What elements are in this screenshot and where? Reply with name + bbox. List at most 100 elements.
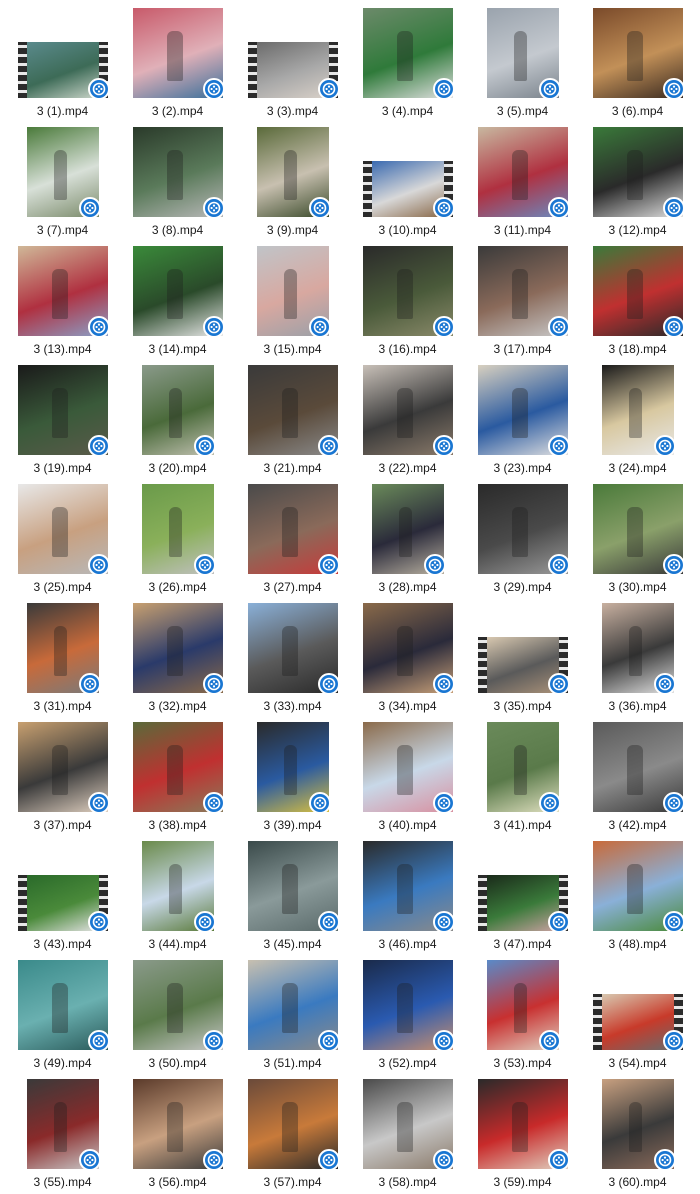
video-file-icon bbox=[548, 197, 570, 219]
thumbnail-figure bbox=[397, 388, 413, 438]
video-file-item[interactable]: 3 (59).mp4 bbox=[465, 1079, 580, 1191]
thumbnail-figure bbox=[52, 983, 68, 1033]
video-file-item[interactable]: 3 (60).mp4 bbox=[580, 1079, 695, 1191]
file-name-label: 3 (26).mp4 bbox=[148, 580, 207, 594]
video-file-item[interactable]: 3 (50).mp4 bbox=[120, 960, 235, 1072]
video-file-icon bbox=[548, 1149, 570, 1171]
video-file-item[interactable]: 3 (4).mp4 bbox=[350, 8, 465, 120]
video-file-icon bbox=[663, 316, 685, 338]
video-file-item[interactable]: 3 (3).mp4 bbox=[235, 8, 350, 120]
file-name-label: 3 (39).mp4 bbox=[263, 818, 322, 832]
video-file-item[interactable]: 3 (46).mp4 bbox=[350, 841, 465, 953]
thumbnail-figure bbox=[629, 388, 642, 438]
video-file-item[interactable]: 3 (12).mp4 bbox=[580, 127, 695, 239]
thumbnail-figure bbox=[167, 269, 183, 319]
file-name-label: 3 (23).mp4 bbox=[493, 461, 552, 475]
thumbnail-figure bbox=[284, 150, 297, 200]
file-name-label: 3 (54).mp4 bbox=[608, 1056, 667, 1070]
file-name-label: 3 (40).mp4 bbox=[378, 818, 437, 832]
video-file-item[interactable]: 3 (38).mp4 bbox=[120, 722, 235, 834]
video-file-item[interactable]: 3 (48).mp4 bbox=[580, 841, 695, 953]
video-file-item[interactable]: 3 (20).mp4 bbox=[120, 365, 235, 477]
video-file-item[interactable]: 3 (13).mp4 bbox=[5, 246, 120, 358]
video-file-icon bbox=[203, 1149, 225, 1171]
video-file-item[interactable]: 3 (54).mp4 bbox=[580, 960, 695, 1072]
video-file-item[interactable]: 3 (53).mp4 bbox=[465, 960, 580, 1072]
video-file-item[interactable]: 3 (40).mp4 bbox=[350, 722, 465, 834]
video-file-item[interactable]: 3 (36).mp4 bbox=[580, 603, 695, 715]
video-file-item[interactable]: 3 (25).mp4 bbox=[5, 484, 120, 596]
file-name-label: 3 (29).mp4 bbox=[493, 580, 552, 594]
video-file-item[interactable]: 3 (55).mp4 bbox=[5, 1079, 120, 1191]
video-file-item[interactable]: 3 (14).mp4 bbox=[120, 246, 235, 358]
file-name-label: 3 (19).mp4 bbox=[33, 461, 92, 475]
video-file-item[interactable]: 3 (9).mp4 bbox=[235, 127, 350, 239]
video-file-item[interactable]: 3 (57).mp4 bbox=[235, 1079, 350, 1191]
video-file-item[interactable]: 3 (34).mp4 bbox=[350, 603, 465, 715]
video-file-item[interactable]: 3 (51).mp4 bbox=[235, 960, 350, 1072]
video-file-item[interactable]: 3 (23).mp4 bbox=[465, 365, 580, 477]
file-name-label: 3 (37).mp4 bbox=[33, 818, 92, 832]
video-file-icon bbox=[654, 1149, 676, 1171]
file-name-label: 3 (47).mp4 bbox=[493, 937, 552, 951]
video-file-item[interactable]: 3 (8).mp4 bbox=[120, 127, 235, 239]
video-file-icon bbox=[424, 554, 446, 576]
video-file-item[interactable]: 3 (21).mp4 bbox=[235, 365, 350, 477]
thumbnail-figure bbox=[399, 507, 412, 557]
video-file-item[interactable]: 3 (16).mp4 bbox=[350, 246, 465, 358]
file-name-label: 3 (51).mp4 bbox=[263, 1056, 322, 1070]
video-file-item[interactable]: 3 (32).mp4 bbox=[120, 603, 235, 715]
video-file-item[interactable]: 3 (17).mp4 bbox=[465, 246, 580, 358]
video-file-item[interactable]: 3 (26).mp4 bbox=[120, 484, 235, 596]
video-file-item[interactable]: 3 (11).mp4 bbox=[465, 127, 580, 239]
video-file-item[interactable]: 3 (41).mp4 bbox=[465, 722, 580, 834]
thumbnail-figure bbox=[627, 745, 643, 795]
video-file-item[interactable]: 3 (27).mp4 bbox=[235, 484, 350, 596]
file-name-label: 3 (53).mp4 bbox=[493, 1056, 552, 1070]
video-file-item[interactable]: 3 (49).mp4 bbox=[5, 960, 120, 1072]
video-file-icon bbox=[88, 792, 110, 814]
video-file-item[interactable]: 3 (22).mp4 bbox=[350, 365, 465, 477]
video-file-item[interactable]: 3 (33).mp4 bbox=[235, 603, 350, 715]
video-file-item[interactable]: 3 (30).mp4 bbox=[580, 484, 695, 596]
video-file-item[interactable]: 3 (56).mp4 bbox=[120, 1079, 235, 1191]
video-file-item[interactable]: 3 (45).mp4 bbox=[235, 841, 350, 953]
file-name-label: 3 (16).mp4 bbox=[378, 342, 437, 356]
video-file-item[interactable]: 3 (7).mp4 bbox=[5, 127, 120, 239]
video-file-item[interactable]: 3 (6).mp4 bbox=[580, 8, 695, 120]
file-name-label: 3 (58).mp4 bbox=[378, 1175, 437, 1189]
video-file-item[interactable]: 3 (37).mp4 bbox=[5, 722, 120, 834]
video-file-item[interactable]: 3 (5).mp4 bbox=[465, 8, 580, 120]
file-name-label: 3 (20).mp4 bbox=[148, 461, 207, 475]
thumbnail-figure bbox=[397, 626, 413, 676]
video-file-item[interactable]: 3 (39).mp4 bbox=[235, 722, 350, 834]
file-name-label: 3 (3).mp4 bbox=[266, 104, 319, 118]
file-name-label: 3 (4).mp4 bbox=[381, 104, 434, 118]
video-file-item[interactable]: 3 (28).mp4 bbox=[350, 484, 465, 596]
video-file-icon bbox=[433, 1149, 455, 1171]
video-file-item[interactable]: 3 (19).mp4 bbox=[5, 365, 120, 477]
film-strip bbox=[18, 42, 27, 98]
video-file-item[interactable]: 3 (2).mp4 bbox=[120, 8, 235, 120]
video-file-item[interactable]: 3 (15).mp4 bbox=[235, 246, 350, 358]
video-file-item[interactable]: 3 (31).mp4 bbox=[5, 603, 120, 715]
video-file-item[interactable]: 3 (18).mp4 bbox=[580, 246, 695, 358]
video-file-icon bbox=[318, 911, 340, 933]
file-name-label: 3 (8).mp4 bbox=[151, 223, 204, 237]
video-file-item[interactable]: 3 (58).mp4 bbox=[350, 1079, 465, 1191]
thumbnail-figure bbox=[512, 507, 528, 557]
video-file-icon bbox=[79, 673, 101, 695]
video-file-item[interactable]: 3 (43).mp4 bbox=[5, 841, 120, 953]
video-file-item[interactable]: 3 (42).mp4 bbox=[580, 722, 695, 834]
thumbnail-figure bbox=[627, 864, 643, 914]
video-file-item[interactable]: 3 (10).mp4 bbox=[350, 127, 465, 239]
video-file-item[interactable]: 3 (24).mp4 bbox=[580, 365, 695, 477]
video-file-item[interactable]: 3 (52).mp4 bbox=[350, 960, 465, 1072]
video-file-item[interactable]: 3 (35).mp4 bbox=[465, 603, 580, 715]
video-file-item[interactable]: 3 (44).mp4 bbox=[120, 841, 235, 953]
video-file-item[interactable]: 3 (1).mp4 bbox=[5, 8, 120, 120]
video-file-item[interactable]: 3 (29).mp4 bbox=[465, 484, 580, 596]
thumbnail-figure bbox=[167, 150, 183, 200]
video-file-item[interactable]: 3 (47).mp4 bbox=[465, 841, 580, 953]
video-file-icon bbox=[88, 435, 110, 457]
